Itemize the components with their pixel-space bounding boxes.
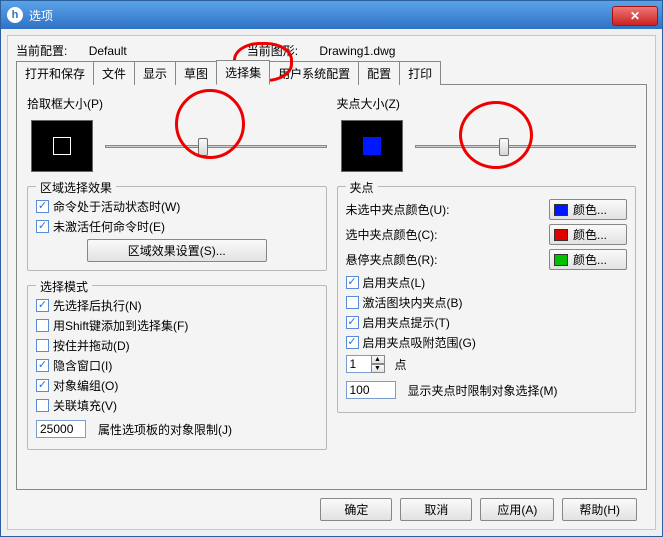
hover-color-label: 悬停夹点颜色(R): — [346, 251, 438, 268]
dialog-window: h 选项 ✕ 当前配置: Default 当前图形: Drawing1.dwg … — [0, 0, 663, 537]
pickbox-size-label: 拾取框大小(P) — [27, 95, 327, 112]
tab-selection-set[interactable]: 选择集 — [216, 60, 270, 85]
sel-color-button[interactable]: 颜色... — [549, 224, 627, 245]
label-pre-select: 先选择后执行(N) — [53, 297, 142, 314]
checkbox-active-cmd[interactable]: ✓ — [36, 200, 49, 213]
help-button[interactable]: 帮助(H) — [562, 498, 637, 521]
unsel-color-button[interactable]: 颜色... — [549, 199, 627, 220]
dialog-footer: 确定 取消 应用(A) 帮助(H) — [16, 490, 647, 521]
config-value: Default — [89, 44, 127, 58]
right-column: 夹点大小(Z) 夹点 未选中夹点颜色(U): 颜色... — [337, 95, 637, 479]
snap-point-label: 点 — [395, 356, 407, 373]
tab-print[interactable]: 打印 — [399, 61, 441, 85]
checkbox-shift-add[interactable] — [36, 319, 49, 332]
tab-draft[interactable]: 草图 — [175, 61, 217, 85]
tab-open-save[interactable]: 打开和保存 — [16, 61, 94, 85]
property-limit-label: 属性选项板的对象限制(J) — [98, 421, 232, 438]
grip-obj-limit-input[interactable]: 100 — [346, 381, 396, 399]
checkbox-enable-block-grips[interactable] — [346, 296, 359, 309]
grips-group: 夹点 未选中夹点颜色(U): 颜色... 选中夹点颜色(C): 颜色... 悬停… — [337, 186, 637, 413]
checkbox-pre-select[interactable]: ✓ — [36, 299, 49, 312]
area-effect-group: 区域选择效果 ✓命令处于活动状态时(W) ✓未激活任何命令时(E) 区域效果设置… — [27, 186, 327, 271]
sel-color-label: 选中夹点颜色(C): — [346, 226, 438, 243]
ok-button[interactable]: 确定 — [320, 498, 392, 521]
pickbox-preview — [31, 120, 93, 172]
label-active-cmd: 命令处于活动状态时(W) — [53, 198, 180, 215]
tab-file[interactable]: 文件 — [93, 61, 135, 85]
gripsize-label: 夹点大小(Z) — [337, 95, 637, 112]
unsel-color-label: 未选中夹点颜色(U): — [346, 201, 450, 218]
label-assoc-fill: 关联填充(V) — [53, 397, 117, 414]
checkbox-enable-grip-tips[interactable]: ✓ — [346, 316, 359, 329]
tab-strip: 打开和保存 文件 显示 草图 选择集 用户系统配置 配置 打印 — [16, 63, 647, 85]
tab-content: 拾取框大小(P) 区域选择效果 ✓ 命令处于活动状态时(W) ✓ 未激活任何命令时(… — [16, 85, 647, 490]
gripsize-slider[interactable] — [415, 136, 637, 156]
close-button[interactable]: ✕ — [612, 6, 658, 26]
label-implied-window: 隐含窗口(I) — [53, 357, 112, 374]
grip-obj-limit-label: 显示夹点时限制对象选择(M) — [408, 382, 558, 399]
tab-config[interactable]: 配置 — [358, 61, 400, 85]
pickbox-square-icon — [53, 137, 71, 155]
window-title: 选项 — [29, 7, 612, 24]
property-limit-input[interactable]: 25000 — [36, 420, 86, 438]
grips-title: 夹点 — [346, 179, 378, 196]
snap-point-input[interactable]: 1 — [346, 355, 372, 373]
left-column: 拾取框大小(P) 区域选择效果 ✓ 命令处于活动状态时(W) ✓ 未激活任何命令时(… — [27, 95, 327, 479]
apply-button[interactable]: 应用(A) — [480, 498, 554, 521]
hover-color-button[interactable]: 颜色... — [549, 249, 627, 270]
checkbox-enable-grip-snap[interactable]: ✓ — [346, 336, 359, 349]
label-enable-block-grips: 激活图块内夹点(B) — [363, 294, 463, 311]
drawing-value: Drawing1.dwg — [319, 44, 395, 58]
label-inactive-cmd: 未激活任何命令时(E) — [53, 218, 165, 235]
checkbox-implied-window[interactable]: ✓ — [36, 359, 49, 372]
snap-point-spinner[interactable]: 1 ▲▼ — [346, 355, 385, 373]
grip-square-icon — [363, 137, 381, 155]
checkbox-press-drag[interactable] — [36, 339, 49, 352]
tab-display[interactable]: 显示 — [134, 61, 176, 85]
gripsize-preview — [341, 120, 403, 172]
titlebar: h 选项 ✕ — [1, 1, 662, 29]
checkbox-obj-group[interactable]: ✓ — [36, 379, 49, 392]
select-mode-group: 选择模式 ✓先选择后执行(N) 用Shift键添加到选择集(F) 按住并拖动(D… — [27, 285, 327, 450]
label-enable-grip-tips: 启用夹点提示(T) — [363, 314, 450, 331]
checkbox-inactive-cmd[interactable]: ✓ — [36, 220, 49, 233]
tab-user-config[interactable]: 用户系统配置 — [269, 61, 359, 85]
checkbox-enable-grips[interactable]: ✓ — [346, 276, 359, 289]
app-icon: h — [7, 7, 23, 23]
label-obj-group: 对象编组(O) — [53, 377, 118, 394]
area-effect-settings-button[interactable]: 区域效果设置(S)... — [87, 239, 267, 262]
label-press-drag: 按住并拖动(D) — [53, 337, 130, 354]
pickbox-slider[interactable] — [105, 136, 327, 156]
label-shift-add: 用Shift键添加到选择集(F) — [53, 317, 188, 334]
cancel-button[interactable]: 取消 — [400, 498, 472, 521]
dialog-body: 当前配置: Default 当前图形: Drawing1.dwg 打开和保存 文… — [7, 35, 656, 530]
info-row: 当前配置: Default 当前图形: Drawing1.dwg — [16, 40, 647, 63]
area-effect-title: 区域选择效果 — [36, 179, 116, 196]
spinner-up-icon[interactable]: ▲ — [371, 355, 385, 364]
label-enable-grip-snap: 启用夹点吸附范围(G) — [363, 334, 476, 351]
config-label: 当前配置: — [16, 44, 67, 58]
label-enable-grips: 启用夹点(L) — [363, 274, 426, 291]
select-mode-title: 选择模式 — [36, 278, 92, 295]
spinner-down-icon[interactable]: ▼ — [371, 364, 385, 373]
checkbox-assoc-fill[interactable] — [36, 399, 49, 412]
drawing-label: 当前图形: — [247, 44, 298, 58]
